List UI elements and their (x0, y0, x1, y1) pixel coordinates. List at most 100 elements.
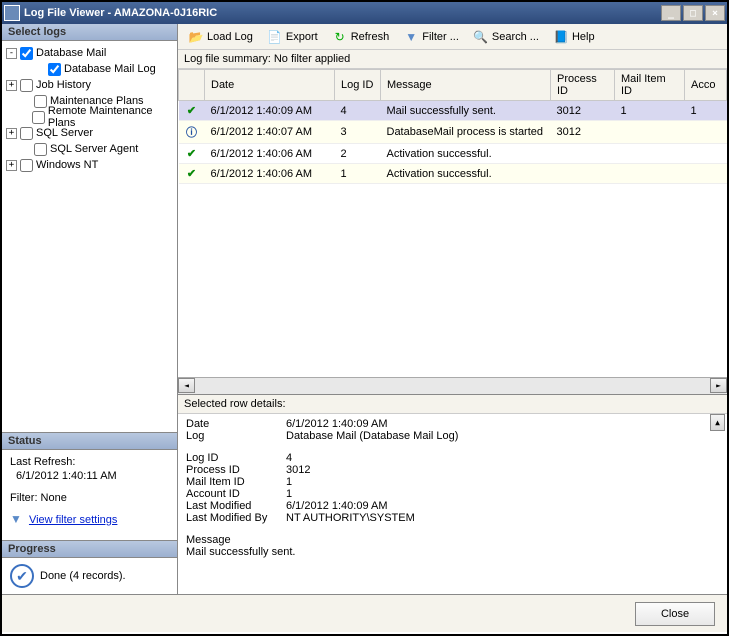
tree-checkbox[interactable] (34, 95, 47, 108)
detail-message-label: Message (186, 534, 719, 546)
cell-accid (685, 144, 727, 164)
details-header: Selected row details: (178, 395, 727, 414)
cell-logid: 2 (335, 144, 381, 164)
filter-icon: ▼ (10, 512, 22, 526)
search-button[interactable]: 🔍Search ... (467, 27, 545, 47)
cell-date: 6/1/2012 1:40:07 AM (205, 121, 335, 144)
cell-message: Mail successfully sent. (381, 101, 551, 121)
help-button[interactable]: 📘Help (547, 27, 601, 47)
detail-log-value: Database Mail (Database Mail Log) (286, 430, 458, 442)
cell-procid: 3012 (551, 121, 615, 144)
tree-toggle[interactable]: + (6, 128, 17, 139)
table-row[interactable]: ✔6/1/2012 1:40:06 AM1Activation successf… (179, 164, 727, 184)
tree-label: Job History (36, 79, 91, 91)
detail-message-value: Mail successfully sent. (186, 546, 719, 558)
tree-checkbox[interactable] (20, 47, 33, 60)
tree-toggle[interactable]: - (6, 48, 17, 59)
detail-modifiedby-label: Last Modified By (186, 512, 286, 524)
tree-node[interactable]: Database Mail Log (6, 61, 173, 77)
toolbar: 📂Load Log 📄Export ↻Refresh ▼Filter ... 🔍… (178, 24, 727, 50)
maximize-button[interactable]: □ (683, 5, 703, 21)
tree-checkbox[interactable] (20, 159, 33, 172)
close-button[interactable]: Close (635, 602, 715, 626)
scroll-left-button[interactable]: ◄ (178, 378, 195, 393)
last-refresh-label: Last Refresh: (10, 456, 169, 468)
tree-checkbox[interactable] (20, 127, 33, 140)
cell-accid (685, 164, 727, 184)
tree-label: SQL Server Agent (50, 143, 138, 155)
last-refresh-value: 6/1/2012 1:40:11 AM (16, 470, 169, 482)
export-icon: 📄 (267, 29, 283, 45)
help-icon: 📘 (553, 29, 569, 45)
check-icon: ✔ (187, 168, 196, 180)
col-accid[interactable]: Acco (685, 70, 727, 101)
tree-checkbox[interactable] (34, 143, 47, 156)
tree-label: Database Mail (36, 47, 106, 59)
tree-node[interactable]: Remote Maintenance Plans (6, 109, 173, 125)
detail-accid-label: Account ID (186, 488, 286, 500)
select-logs-header: Select logs (2, 24, 177, 41)
cell-mailid (615, 144, 685, 164)
window-title: Log File Viewer - AMAZONA-0J16RIC (24, 7, 217, 19)
view-filter-link[interactable]: View filter settings (29, 514, 117, 526)
tree-label: Remote Maintenance Plans (48, 105, 173, 129)
tree-label: Windows NT (36, 159, 98, 171)
log-grid[interactable]: Date Log ID Message Process ID Mail Item… (178, 69, 727, 377)
tree-label: SQL Server (36, 127, 93, 139)
detail-modified-label: Last Modified (186, 500, 286, 512)
filter-button[interactable]: ▼Filter ... (397, 27, 465, 47)
scroll-up-button[interactable]: ▲ (710, 414, 725, 431)
tree-checkbox[interactable] (48, 63, 61, 76)
detail-procid-label: Process ID (186, 464, 286, 476)
check-icon: ✔ (187, 105, 196, 117)
col-mailid[interactable]: Mail Item ID (615, 70, 685, 101)
col-message[interactable]: Message (381, 70, 551, 101)
cell-message: DatabaseMail process is started (381, 121, 551, 144)
tree-toggle[interactable]: + (6, 160, 17, 171)
progress-header: Progress (2, 541, 177, 558)
col-procid[interactable]: Process ID (551, 70, 615, 101)
table-row[interactable]: ⓘ6/1/2012 1:40:07 AM3DatabaseMail proces… (179, 121, 727, 144)
right-panel: 📂Load Log 📄Export ↻Refresh ▼Filter ... 🔍… (178, 24, 727, 594)
tree-toggle[interactable]: + (6, 80, 17, 91)
funnel-icon: ▼ (403, 29, 419, 45)
detail-logid-value: 4 (286, 452, 292, 464)
scroll-right-button[interactable]: ► (710, 378, 727, 393)
minimize-button[interactable]: _ (661, 5, 681, 21)
refresh-button[interactable]: ↻Refresh (326, 27, 396, 47)
cell-mailid (615, 164, 685, 184)
log-tree[interactable]: - Database Mail Database Mail Log + Job Hist… (2, 41, 177, 432)
tree-checkbox[interactable] (20, 79, 33, 92)
search-icon: 🔍 (473, 29, 489, 45)
col-date[interactable]: Date (205, 70, 335, 101)
footer: Close (2, 594, 727, 632)
titlebar: Log File Viewer - AMAZONA-0J16RIC _ □ × (2, 2, 727, 24)
cell-mailid (615, 121, 685, 144)
tree-node[interactable]: + Job History (6, 77, 173, 93)
filter-label: Filter: None (10, 492, 169, 504)
table-row[interactable]: ✔6/1/2012 1:40:09 AM4Mail successfully s… (179, 101, 727, 121)
tree-node[interactable]: - Database Mail (6, 45, 173, 61)
load-log-button[interactable]: 📂Load Log (182, 27, 259, 47)
tree-label: Database Mail Log (64, 63, 156, 75)
tree-node[interactable]: SQL Server Agent (6, 141, 173, 157)
summary-bar: Log file summary: No filter applied (178, 50, 727, 69)
detail-log-label: Log (186, 430, 286, 442)
export-button[interactable]: 📄Export (261, 27, 324, 47)
tree-checkbox[interactable] (32, 111, 45, 124)
col-logid[interactable]: Log ID (335, 70, 381, 101)
col-status[interactable] (179, 70, 205, 101)
close-window-button[interactable]: × (705, 5, 725, 21)
detail-date-label: Date (186, 418, 286, 430)
tree-node[interactable]: + Windows NT (6, 157, 173, 173)
horizontal-scrollbar[interactable]: ◄ ► (178, 377, 727, 394)
cell-procid (551, 164, 615, 184)
cell-accid: 1 (685, 101, 727, 121)
refresh-icon: ↻ (332, 29, 348, 45)
details-body: ▲ Date6/1/2012 1:40:09 AM LogDatabase Ma… (178, 414, 727, 594)
detail-mailid-value: 1 (286, 476, 292, 488)
status-header: Status (2, 433, 177, 450)
cell-logid: 3 (335, 121, 381, 144)
cell-date: 6/1/2012 1:40:09 AM (205, 101, 335, 121)
table-row[interactable]: ✔6/1/2012 1:40:06 AM2Activation successf… (179, 144, 727, 164)
